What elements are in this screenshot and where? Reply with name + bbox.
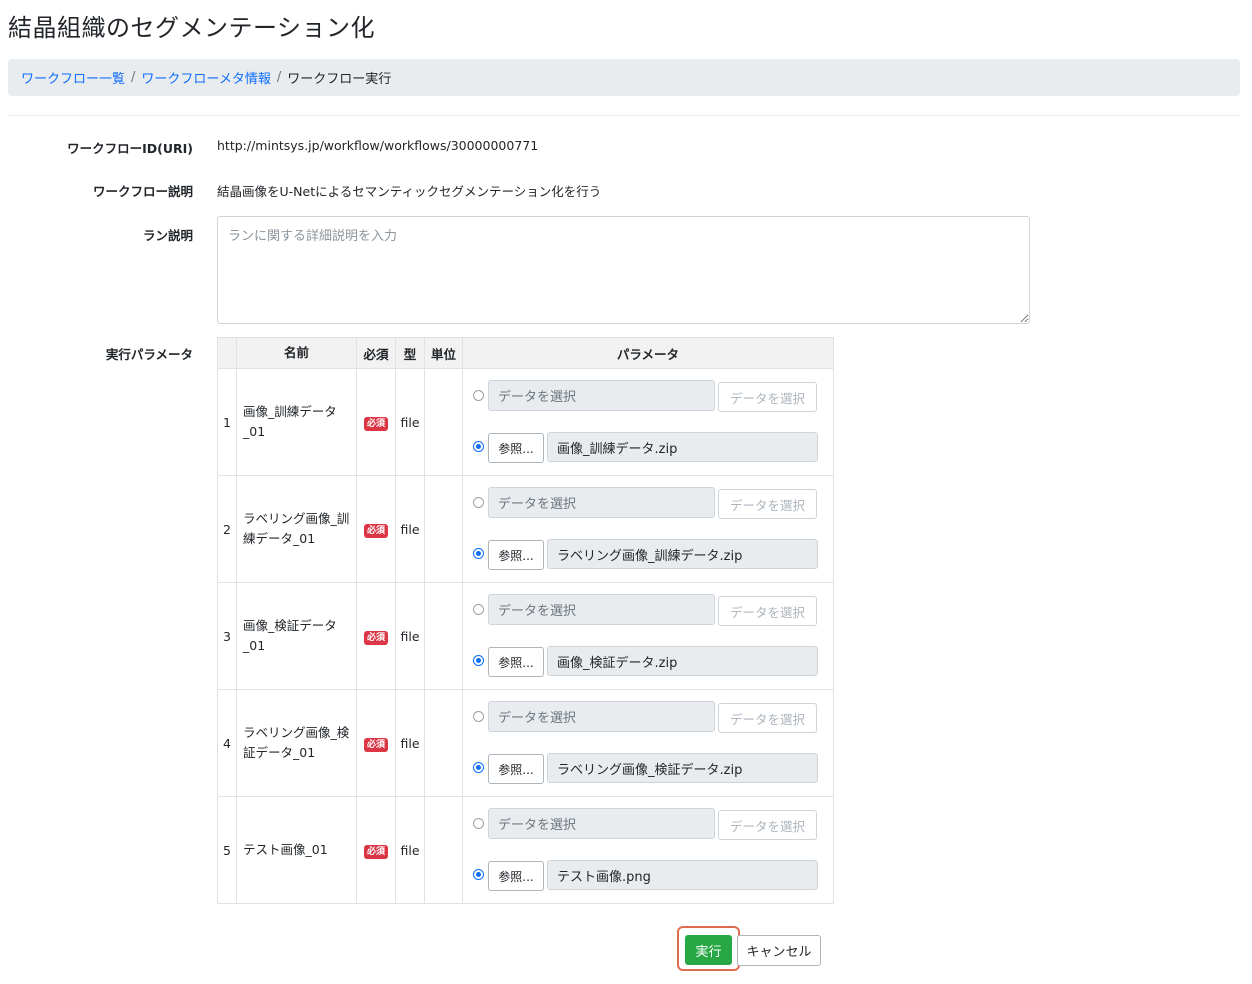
data-select-input[interactable]: データを選択 — [488, 380, 715, 411]
row-type: file — [395, 475, 425, 583]
breadcrumb-separator: / — [131, 70, 136, 85]
breadcrumb-workflow-meta[interactable]: ワークフローメタ情報 — [141, 68, 270, 87]
breadcrumb-workflow-list[interactable]: ワークフロー一覧 — [21, 68, 125, 87]
row-name: 画像_訓練データ_01 — [236, 368, 357, 476]
row-required: 必須 — [356, 796, 396, 904]
row-name: ラベリング画像_訓練データ_01 — [236, 475, 357, 583]
workflow-id-label: ワークフローID(URI) — [67, 141, 193, 156]
row-type: file — [395, 582, 425, 690]
row-name: 画像_検証データ_01 — [236, 582, 357, 690]
table-row: 3 画像_検証データ_01 必須 file データを選択 データを選択 参照..… — [217, 582, 834, 690]
breadcrumb: ワークフロー一覧 / ワークフローメタ情報 / ワークフロー実行 — [8, 59, 1240, 96]
table-row: 2 ラベリング画像_訓練データ_01 必須 file データを選択 データを選択… — [217, 475, 834, 583]
row-index: 5 — [217, 796, 237, 904]
row-param-cell: データを選択 データを選択 参照... ラベリング画像_訓練データ.zip — [462, 475, 834, 583]
breadcrumb-current: ワークフロー実行 — [287, 72, 392, 87]
col-index-header — [217, 337, 237, 369]
row-required: 必須 — [356, 368, 396, 476]
file-upload-radio[interactable] — [473, 441, 484, 452]
row-type: file — [395, 689, 425, 797]
data-select-radio[interactable] — [473, 604, 484, 615]
row-required: 必須 — [356, 689, 396, 797]
col-unit-header: 単位 — [424, 337, 463, 369]
row-param-cell: データを選択 データを選択 参照... 画像_訓練データ.zip — [462, 368, 834, 476]
browse-button[interactable]: 参照... — [488, 754, 544, 784]
params-table: 名前 必須 型 単位 パラメータ 1 画像_訓練データ_01 必須 file デ… — [217, 337, 834, 904]
data-select-input[interactable]: データを選択 — [488, 808, 715, 839]
row-required: 必須 — [356, 582, 396, 690]
col-required-header: 必須 — [356, 337, 396, 369]
file-name-field: 画像_検証データ.zip — [547, 646, 818, 676]
params-table-header: 名前 必須 型 単位 パラメータ — [217, 337, 834, 369]
data-select-button[interactable]: データを選択 — [718, 596, 817, 626]
data-select-button[interactable]: データを選択 — [718, 810, 817, 840]
row-type: file — [395, 796, 425, 904]
row-index: 3 — [217, 582, 237, 690]
workflow-id-value: http://mintsys.jp/workflow/workflows/300… — [217, 138, 539, 153]
required-badge: 必須 — [363, 844, 388, 859]
row-unit — [424, 796, 463, 904]
data-select-radio[interactable] — [473, 390, 484, 401]
col-param-header: パラメータ — [462, 337, 834, 369]
data-select-button[interactable]: データを選択 — [718, 382, 817, 412]
data-select-input[interactable]: データを選択 — [488, 701, 715, 732]
row-index: 2 — [217, 475, 237, 583]
table-row: 1 画像_訓練データ_01 必須 file データを選択 データを選択 参照..… — [217, 368, 834, 476]
data-select-radio[interactable] — [473, 497, 484, 508]
workflow-desc-label: ワークフロー説明 — [92, 184, 193, 199]
file-name-field: 画像_訓練データ.zip — [547, 432, 818, 462]
data-select-button[interactable]: データを選択 — [718, 703, 817, 733]
browse-button[interactable]: 参照... — [488, 540, 544, 570]
table-row: 5 テスト画像_01 必須 file データを選択 データを選択 参照... テ… — [217, 796, 834, 904]
row-unit — [424, 368, 463, 476]
data-select-radio[interactable] — [473, 711, 484, 722]
file-name-field: ラベリング画像_訓練データ.zip — [547, 539, 818, 569]
data-select-input[interactable]: データを選択 — [488, 594, 715, 625]
file-name-field: ラベリング画像_検証データ.zip — [547, 753, 818, 783]
data-select-radio[interactable] — [473, 818, 484, 829]
data-select-input[interactable]: データを選択 — [488, 487, 715, 518]
header-divider — [8, 115, 1240, 116]
browse-button[interactable]: 参照... — [488, 647, 544, 677]
run-desc-textarea[interactable] — [217, 216, 1030, 324]
run-desc-label: ラン説明 — [142, 228, 193, 243]
file-name-field: テスト画像.png — [547, 860, 818, 890]
file-upload-radio[interactable] — [473, 655, 484, 666]
required-badge: 必須 — [363, 737, 388, 752]
file-upload-radio[interactable] — [473, 548, 484, 559]
cancel-button[interactable]: キャンセル — [737, 935, 821, 966]
row-unit — [424, 582, 463, 690]
col-name-header: 名前 — [236, 337, 357, 369]
row-param-cell: データを選択 データを選択 参照... 画像_検証データ.zip — [462, 582, 834, 690]
row-name: ラベリング画像_検証データ_01 — [236, 689, 357, 797]
file-upload-radio[interactable] — [473, 869, 484, 880]
col-type-header: 型 — [395, 337, 425, 369]
required-badge: 必須 — [363, 416, 388, 431]
browse-button[interactable]: 参照... — [488, 861, 544, 891]
breadcrumb-separator: / — [276, 70, 282, 85]
table-row: 4 ラベリング画像_検証データ_01 必須 file データを選択 データを選択… — [217, 689, 834, 797]
row-index: 1 — [217, 368, 237, 476]
row-type: file — [395, 368, 425, 476]
row-index: 4 — [217, 689, 237, 797]
required-badge: 必須 — [363, 523, 388, 538]
row-unit — [424, 689, 463, 797]
execute-button[interactable]: 実行 — [685, 935, 732, 965]
row-param-cell: データを選択 データを選択 参照... ラベリング画像_検証データ.zip — [462, 689, 834, 797]
browse-button[interactable]: 参照... — [488, 433, 544, 463]
row-param-cell: データを選択 データを選択 参照... テスト画像.png — [462, 796, 834, 904]
exec-params-label: 実行パラメータ — [105, 347, 193, 362]
required-badge: 必須 — [363, 630, 388, 645]
file-upload-radio[interactable] — [473, 762, 484, 773]
row-required: 必須 — [356, 475, 396, 583]
data-select-button[interactable]: データを選択 — [718, 489, 817, 519]
row-unit — [424, 475, 463, 583]
row-name: テスト画像_01 — [236, 796, 357, 904]
page-title: 結晶組織のセグメンテーション化 — [8, 14, 376, 42]
workflow-desc-value: 結晶画像をU-Netによるセマンティックセグメンテーション化を行う — [217, 184, 602, 199]
